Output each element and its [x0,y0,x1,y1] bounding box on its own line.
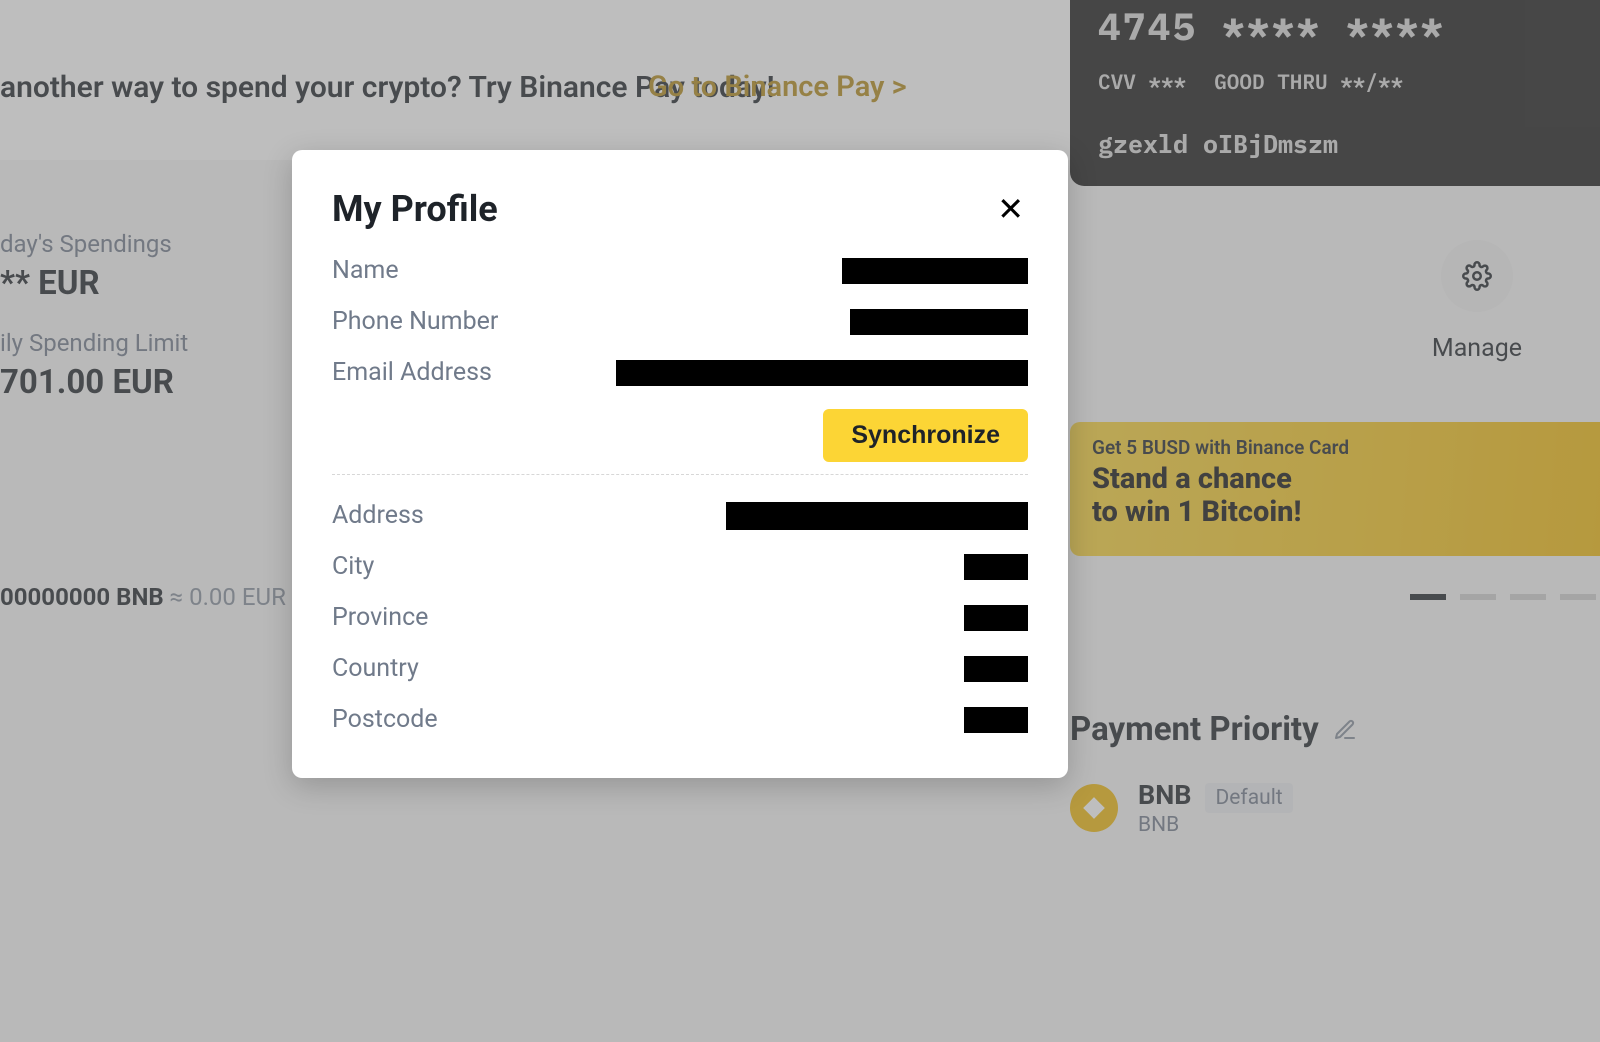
profile-row-postcode: Postcode [332,705,1028,734]
label-country: Country [332,654,419,683]
label-name: Name [332,256,399,285]
value-province-redacted [964,605,1028,631]
value-phone-redacted [850,309,1028,335]
synchronize-button[interactable]: Synchronize [823,409,1028,462]
profile-row-province: Province [332,603,1028,632]
profile-row-city: City [332,552,1028,581]
value-postcode-redacted [964,707,1028,733]
label-province: Province [332,603,428,632]
profile-row-address: Address [332,501,1028,530]
profile-row-country: Country [332,654,1028,683]
divider [332,474,1028,475]
profile-row-phone: Phone Number [332,307,1028,336]
value-city-redacted [964,554,1028,580]
label-city: City [332,552,374,581]
profile-row-name: Name [332,256,1028,285]
label-email: Email Address [332,358,492,387]
my-profile-modal: My Profile ✕ Name Phone Number Email Add… [292,150,1068,778]
profile-row-email: Email Address [332,358,1028,387]
label-address: Address [332,501,424,530]
value-address-redacted [726,502,1028,530]
modal-title: My Profile [332,188,498,230]
label-phone: Phone Number [332,307,498,336]
label-postcode: Postcode [332,705,438,734]
value-country-redacted [964,656,1028,682]
value-email-redacted [616,360,1028,386]
close-icon[interactable]: ✕ [993,189,1028,229]
value-name-redacted [842,258,1028,284]
